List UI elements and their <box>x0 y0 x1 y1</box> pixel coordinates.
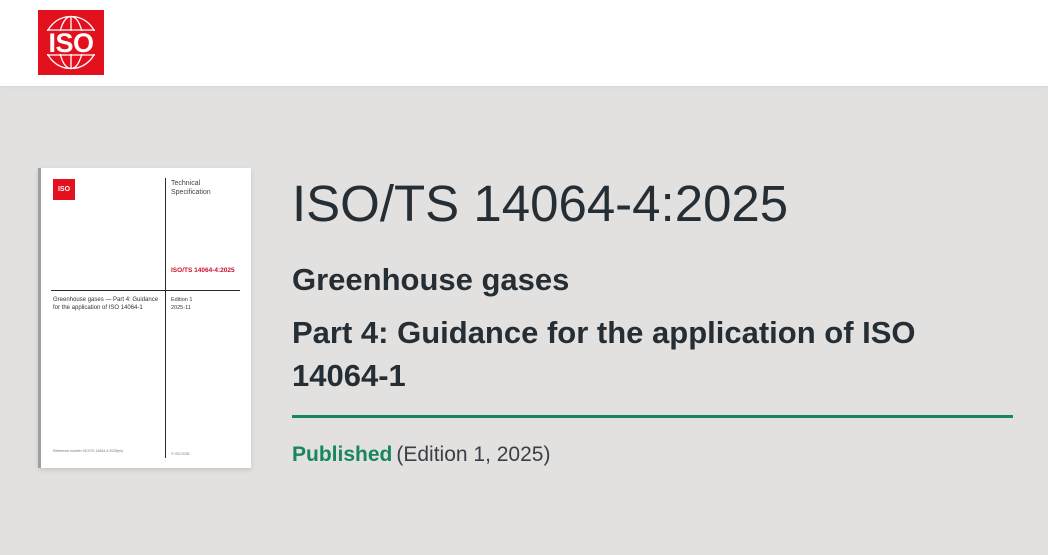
edition-info: (Edition 1, 2025) <box>396 443 551 466</box>
cover-edition-number: Edition 1 <box>171 297 193 303</box>
standard-cover-thumbnail[interactable]: ISO Technical Specification ISO/TS 14064… <box>38 168 251 468</box>
cover-edition-date: 2025-11 <box>171 305 191 311</box>
iso-logo[interactable]: ISO <box>38 10 104 75</box>
top-bar: ISO <box>0 0 1048 86</box>
iso-logo-text: ISO <box>48 28 94 58</box>
standard-id-title: ISO/TS 14064-4:2025 <box>292 175 789 232</box>
cover-document-code: ISO/TS 14064-4:2025 <box>171 267 235 274</box>
status-badge: Published <box>292 443 393 466</box>
cover-horizontal-rule <box>51 290 240 291</box>
cover-iso-logo: ISO <box>53 179 75 200</box>
cover-reference-number: Reference number ISO/TS 14064-4:2025(en) <box>53 449 124 453</box>
status-line: Published (Edition 1, 2025) <box>292 443 550 467</box>
cover-copyright: © ISO 2025 <box>171 452 190 456</box>
status-divider <box>292 415 1013 418</box>
standard-part-title: Part 4: Guidance for the application of … <box>292 315 916 393</box>
cover-document-kind: Technical Specification <box>171 180 211 196</box>
cover-document-title: Greenhouse gases — Part 4: Guidance for … <box>53 297 159 311</box>
cover-edition: Edition 1 2025-11 <box>171 296 241 312</box>
standard-subject: Greenhouse gases <box>292 262 570 297</box>
cover-vertical-rule <box>165 178 166 458</box>
